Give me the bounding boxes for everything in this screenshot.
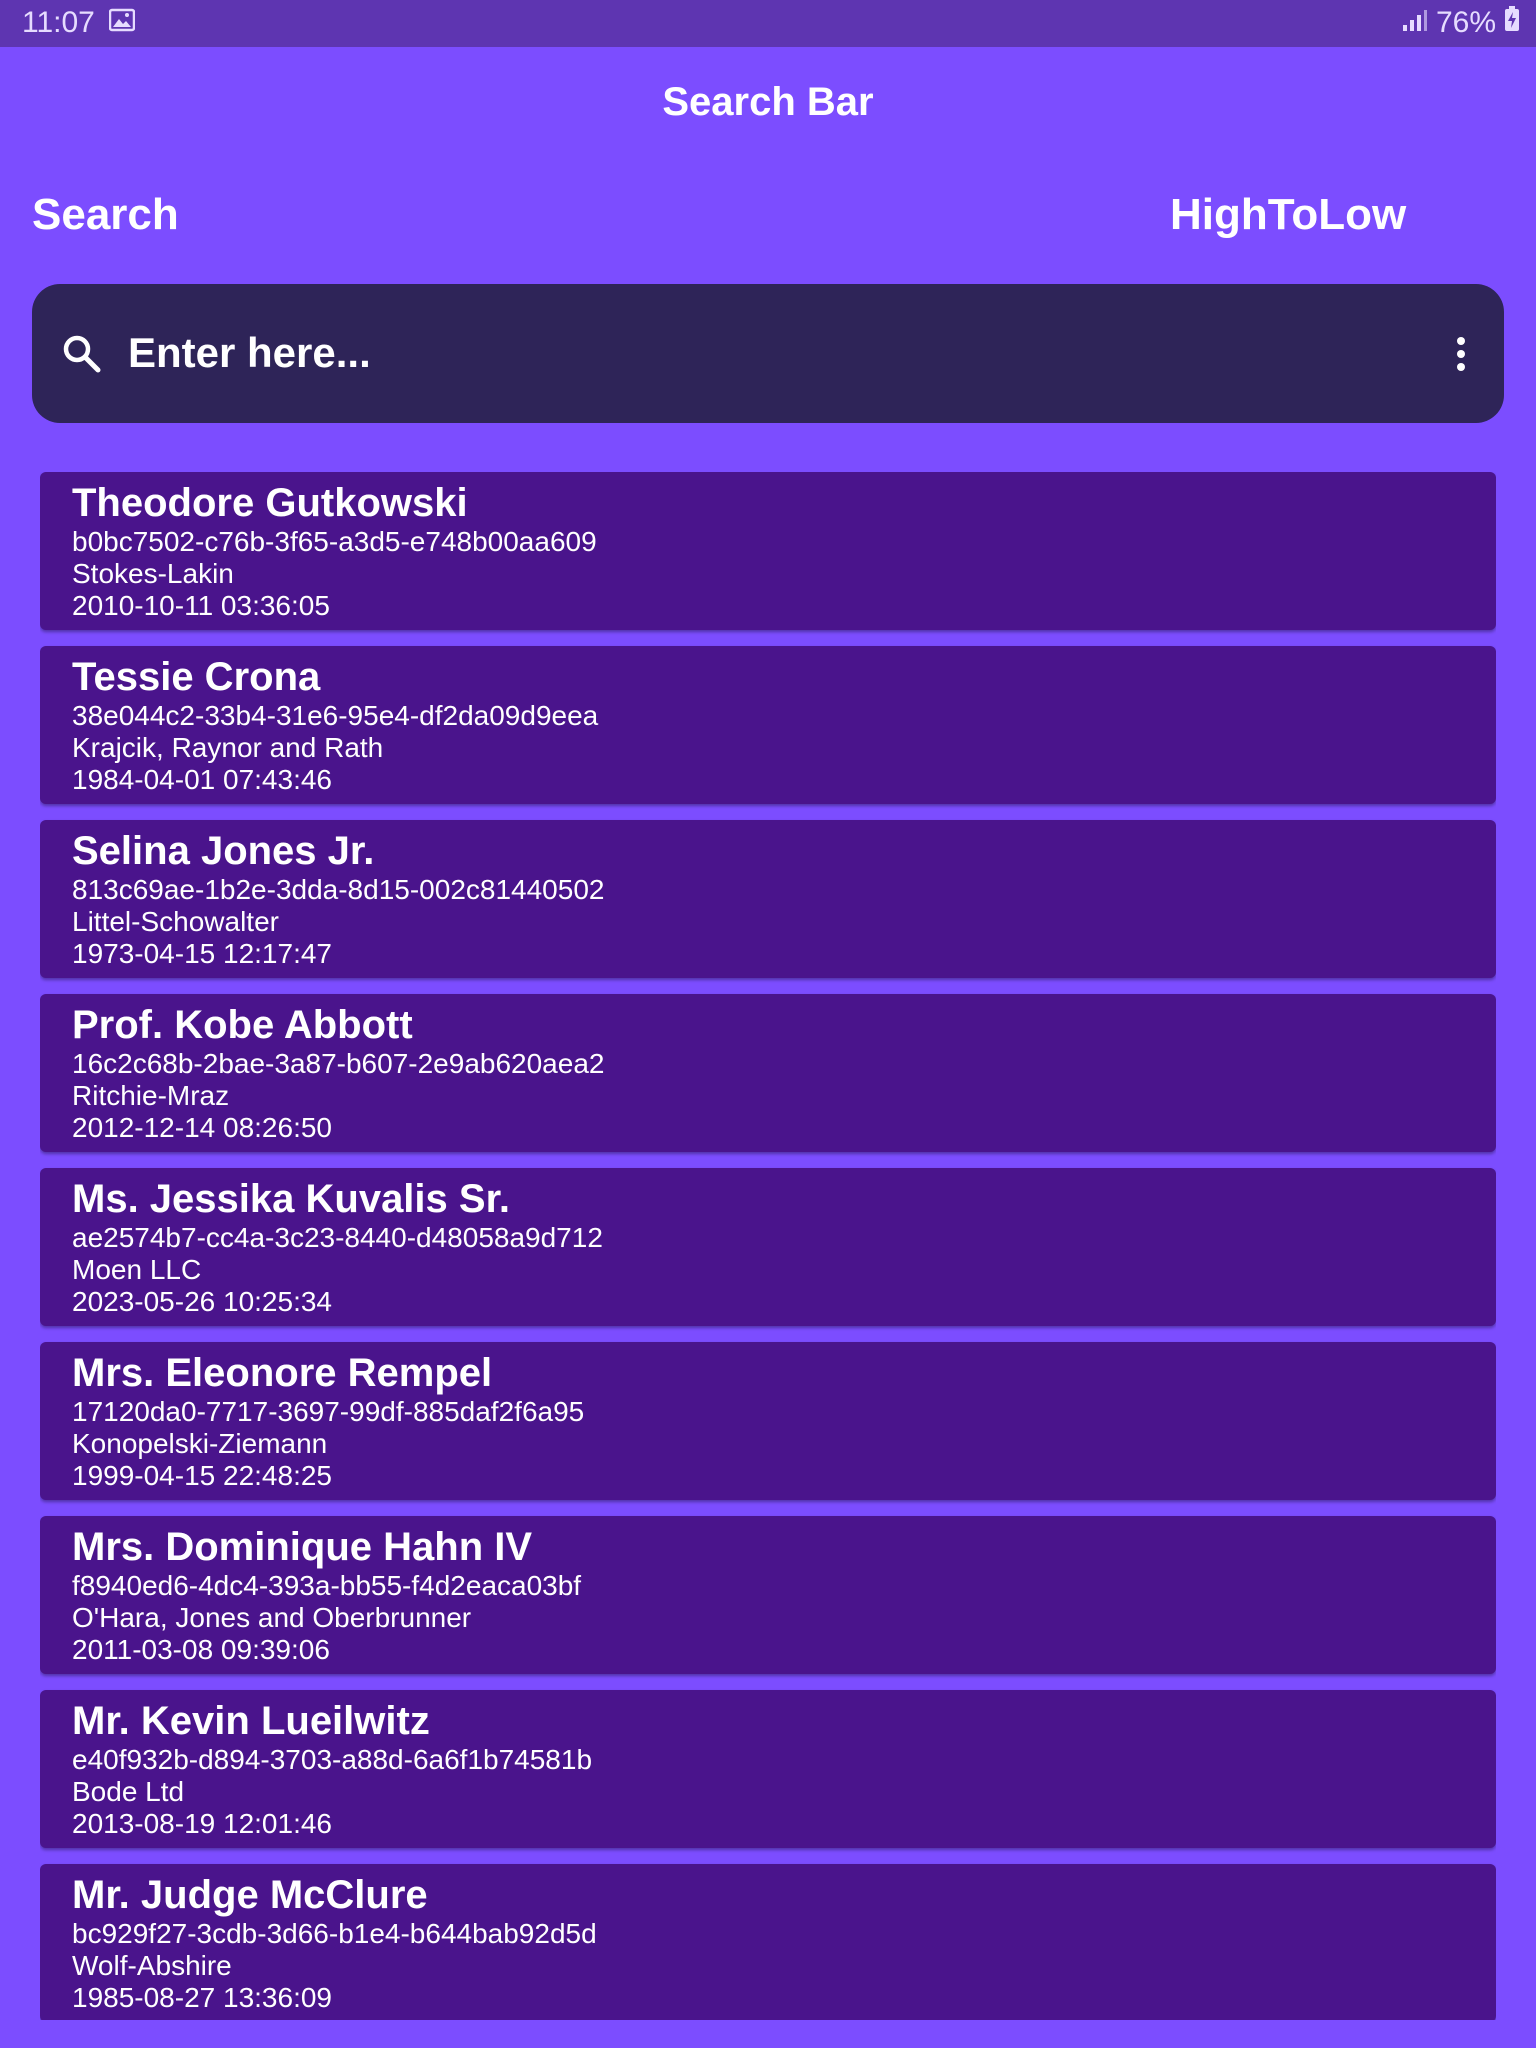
more-vert-icon[interactable] <box>1456 336 1466 372</box>
item-company: Moen LLC <box>72 1254 202 1285</box>
list-item[interactable]: Ms. Jessika Kuvalis Sr. ae2574b7-cc4a-3c… <box>40 1168 1496 1326</box>
list-item[interactable]: Selina Jones Jr. 813c69ae-1b2e-3dda-8d15… <box>40 820 1496 978</box>
item-name: Tessie Crona <box>72 655 321 699</box>
item-id: ae2574b7-cc4a-3c23-8440-d48058a9d712 <box>72 1222 603 1253</box>
item-date: 2012-12-14 08:26:50 <box>72 1112 332 1143</box>
item-name: Mr. Judge McClure <box>72 1873 428 1917</box>
list-item[interactable]: Mrs. Dominique Hahn IV f8940ed6-4dc4-393… <box>40 1516 1496 1674</box>
list-item[interactable]: Tessie Crona 38e044c2-33b4-31e6-95e4-df2… <box>40 646 1496 804</box>
item-date: 2011-03-08 09:39:06 <box>72 1634 330 1665</box>
item-date: 1985-08-27 13:36:09 <box>72 1982 332 2013</box>
status-right: 76% <box>1402 6 1520 40</box>
item-date: 1984-04-01 07:43:46 <box>72 764 332 795</box>
item-company: Stokes-Lakin <box>72 558 234 589</box>
list-item[interactable]: Mr. Kevin Lueilwitz e40f932b-d894-3703-a… <box>40 1690 1496 1848</box>
battery-charging-icon <box>1504 6 1520 40</box>
item-company: Littel-Schowalter <box>72 906 279 937</box>
item-date: 2013-08-19 12:01:46 <box>72 1808 332 1839</box>
item-date: 1973-04-15 12:17:47 <box>72 938 332 969</box>
list-item[interactable]: Mrs. Eleonore Rempel 17120da0-7717-3697-… <box>40 1342 1496 1500</box>
item-id: 813c69ae-1b2e-3dda-8d15-002c81440502 <box>72 874 605 905</box>
item-name: Ms. Jessika Kuvalis Sr. <box>72 1177 511 1221</box>
item-id: f8940ed6-4dc4-393a-bb55-f4d2eaca03bf <box>72 1570 582 1601</box>
status-left: 11:07 <box>22 6 136 40</box>
item-company: Ritchie-Mraz <box>72 1080 230 1111</box>
search-input[interactable] <box>128 316 1348 390</box>
status-time: 11:07 <box>22 6 95 39</box>
item-name: Theodore Gutkowski <box>72 481 468 525</box>
item-company: Konopelski-Ziemann <box>72 1428 328 1459</box>
search-bar[interactable] <box>32 284 1504 423</box>
search-icon[interactable] <box>60 332 104 376</box>
image-icon <box>108 6 136 40</box>
item-company: O'Hara, Jones and Oberbrunner <box>72 1602 472 1633</box>
item-date: 2010-10-11 03:36:05 <box>72 590 330 621</box>
app-title: Search Bar <box>662 80 874 124</box>
item-id: 38e044c2-33b4-31e6-95e4-df2da09d9eea <box>72 700 599 731</box>
search-label: Search <box>32 190 179 239</box>
results-list[interactable]: Theodore Gutkowski b0bc7502-c76b-3f65-a3… <box>40 472 1496 2020</box>
list-item[interactable]: Theodore Gutkowski b0bc7502-c76b-3f65-a3… <box>40 472 1496 630</box>
item-company: Bode Ltd <box>72 1776 185 1807</box>
battery-percent: 76% <box>1435 6 1496 39</box>
item-name: Selina Jones Jr. <box>72 829 375 873</box>
list-item[interactable]: Prof. Kobe Abbott 16c2c68b-2bae-3a87-b60… <box>40 994 1496 1152</box>
item-name: Mr. Kevin Lueilwitz <box>72 1699 430 1743</box>
item-id: bc929f27-3cdb-3d66-b1e4-b644bab92d5d <box>72 1918 597 1949</box>
item-company: Krajcik, Raynor and Rath <box>72 732 384 763</box>
item-date: 2023-05-26 10:25:34 <box>72 1286 332 1317</box>
item-date: 1999-04-15 22:48:25 <box>72 1460 332 1491</box>
item-name: Mrs. Eleonore Rempel <box>72 1351 493 1395</box>
status-bar: 11:07 76% <box>0 0 1536 47</box>
item-company: Wolf-Abshire <box>72 1950 232 1981</box>
list-item[interactable]: Mr. Judge McClure bc929f27-3cdb-3d66-b1e… <box>40 1864 1496 2020</box>
sort-toggle[interactable]: HighToLow <box>1170 190 1406 240</box>
signal-icon <box>1402 6 1428 40</box>
item-id: e40f932b-d894-3703-a88d-6a6f1b74581b <box>72 1744 593 1775</box>
item-name: Prof. Kobe Abbott <box>72 1003 413 1047</box>
item-id: 16c2c68b-2bae-3a87-b607-2e9ab620aea2 <box>72 1048 605 1079</box>
item-name: Mrs. Dominique Hahn IV <box>72 1525 533 1569</box>
item-id: 17120da0-7717-3697-99df-885daf2f6a95 <box>72 1396 585 1427</box>
item-id: b0bc7502-c76b-3f65-a3d5-e748b00aa609 <box>72 526 597 557</box>
